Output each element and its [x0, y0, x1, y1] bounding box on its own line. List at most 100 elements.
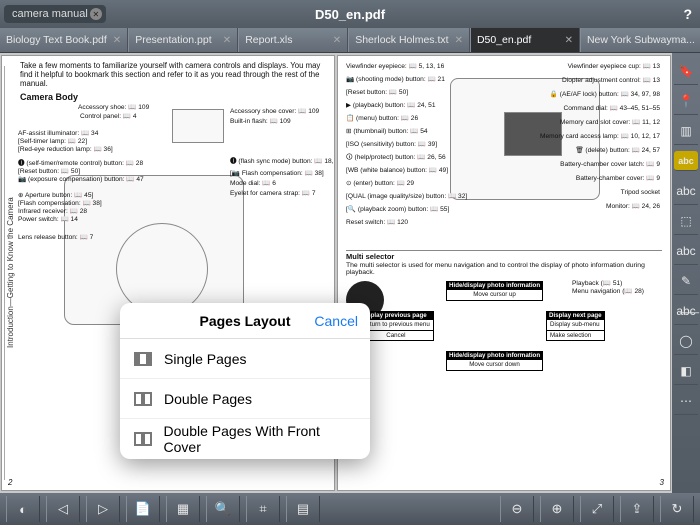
layout-option-single[interactable]: Single Pages: [120, 339, 370, 379]
callout: 📷 (exposure compensation) button: 📖 47: [18, 177, 144, 184]
tab-2[interactable]: Report.xls ✕: [238, 28, 348, 52]
callout: Lens release button: 📖 7: [18, 235, 93, 242]
multiselector-diagram: Hide/display photo information Move curs…: [346, 281, 662, 373]
camera-back-diagram: Viewfinder eyepiece: 📖 5, 13, 16📷 (shoot…: [346, 64, 662, 246]
ms-right-black: Display next page: [546, 311, 605, 320]
callout: Built-in flash: 📖 109: [230, 119, 291, 126]
callout: AF-assist illuminator: 📖 34: [18, 131, 98, 138]
ms-up-text: Move cursor up: [446, 290, 543, 300]
callout: ▶ (playback) button: 📖 24, 51: [346, 103, 436, 110]
tab-label: Biology Text Book.pdf: [6, 34, 107, 46]
more-icon[interactable]: ⋯: [674, 387, 698, 415]
text-highlight-icon[interactable]: abc: [674, 151, 698, 171]
multiselector-title: Multi selector: [346, 253, 662, 262]
prev-icon[interactable]: ◁: [46, 496, 80, 522]
search-icon[interactable]: 🔍: [206, 496, 240, 522]
callout: 🅘 (flash sync mode) button: 📖 18, 36: [230, 159, 335, 166]
help-button[interactable]: ?: [683, 6, 692, 22]
zoom-in-icon[interactable]: ⊕: [540, 496, 574, 522]
option-label: Double Pages With Front Cover: [164, 423, 356, 455]
layout-option-double-cover[interactable]: Double Pages With Front Cover: [120, 419, 370, 459]
single-page-icon: [134, 352, 152, 366]
grid-icon[interactable]: ▤: [286, 496, 320, 522]
search-input[interactable]: camera manual ✕: [4, 5, 106, 23]
callout: Mode dial: 📖 6: [230, 181, 276, 188]
page-icon[interactable]: 📄: [126, 496, 160, 522]
callout: [WB (white balance) button: 📖 49]: [346, 168, 448, 175]
ms-note1: Playback (📖 51): [572, 281, 622, 288]
close-icon[interactable]: ✕: [449, 35, 463, 46]
crop-icon[interactable]: ⌗: [246, 496, 280, 522]
ms-right-t2: Make selection: [546, 331, 605, 341]
title-bar: camera manual ✕ D50_en.pdf ?: [0, 0, 700, 28]
close-icon[interactable]: ✕: [559, 35, 573, 46]
page-number: 3: [660, 478, 664, 487]
tab-label: Sherlock Holmes.txt: [355, 34, 448, 46]
intro-text: Take a few moments to familiarize yourse…: [20, 62, 326, 89]
callout: Eyelet for camera strap: 📖 7: [230, 191, 316, 198]
callout: [📷 Flash compensation: 📖 38]: [230, 171, 324, 178]
callout: Viewfinder eyepiece: 📖 5, 13, 16: [346, 64, 444, 71]
callout: Infrared receiver: 📖 28: [18, 209, 87, 216]
note-icon[interactable]: ▥: [674, 117, 698, 145]
callout: [ISO (sensitivity) button: 📖 39]: [346, 142, 437, 149]
close-icon[interactable]: ✕: [327, 35, 341, 46]
tab-0[interactable]: Biology Text Book.pdf✕: [0, 28, 128, 52]
tab-label: D50_en.pdf: [477, 34, 531, 46]
pin-icon[interactable]: 📍: [674, 87, 698, 115]
close-icon[interactable]: ✕: [695, 35, 700, 46]
stamp-icon[interactable]: ⬚: [674, 207, 698, 235]
tab-3[interactable]: Sherlock Holmes.txt✕: [348, 28, 470, 52]
callout: Viewfinder eyepiece cup: 📖 13: [568, 64, 660, 71]
bottom-toolbar: ◐◁▷📄▦🔍⌗▤ ⊖⊕⤢⇪↻: [0, 493, 700, 525]
cancel-button[interactable]: Cancel: [314, 313, 358, 329]
tab-5[interactable]: New York Subwayma...✕: [580, 28, 700, 52]
callout: Diopter adjustment control: 📖 13: [562, 78, 660, 85]
popover-title: Pages Layout: [199, 313, 290, 329]
ms-down-text: Move cursor down: [446, 360, 543, 370]
callout: 🅘 (self-timer/remote control) button: 📖 …: [18, 161, 143, 168]
shape-icon[interactable]: ◯: [674, 327, 698, 355]
next-icon[interactable]: ▷: [86, 496, 120, 522]
eraser-icon[interactable]: ◧: [674, 357, 698, 385]
reload-icon[interactable]: ↻: [660, 496, 694, 522]
callout: [Reset button: 📖 50]: [18, 169, 80, 176]
bookmark-icon[interactable]: 🔖: [674, 57, 698, 85]
tab-4[interactable]: D50_en.pdf ✕: [470, 28, 580, 52]
callout: ⊕ Aperture button: 📖 45]: [18, 193, 93, 200]
callout: Battery-chamber cover: 📖 9: [576, 176, 660, 183]
text-underline-icon[interactable]: abc: [674, 237, 698, 265]
tab-1[interactable]: Presentation.ppt✕: [128, 28, 238, 52]
strike-icon[interactable]: a̶b̶c̶: [674, 297, 698, 325]
callout: ⊙ (enter) button: 📖 29: [346, 181, 414, 188]
callout: [Flash compensation: 📖 38]: [18, 201, 102, 208]
text-box-icon[interactable]: abc: [674, 177, 698, 205]
brightness-icon[interactable]: ◐: [6, 496, 40, 522]
callout: Tripod socket: [621, 190, 660, 197]
zoom-out-icon[interactable]: ⊖: [500, 496, 534, 522]
close-icon[interactable]: ✕: [107, 35, 121, 46]
option-label: Single Pages: [164, 351, 247, 367]
callout: Memory card slot cover: 📖 11, 12: [560, 120, 660, 127]
tab-label: Report.xls: [245, 34, 292, 46]
close-icon[interactable]: ✕: [217, 35, 231, 46]
draw-icon[interactable]: ✎: [674, 267, 698, 295]
callout: 📋 (menu) button: 📖 26: [346, 116, 418, 123]
callout: [Red-eye reduction lamp: 📖 36]: [18, 147, 113, 154]
clear-search-icon[interactable]: ✕: [90, 8, 102, 20]
search-value: camera manual: [12, 8, 88, 20]
fit-icon[interactable]: ⤢: [580, 496, 614, 522]
accessory-shoe-image: [172, 109, 224, 143]
multiselector-desc: The multi selector is used for menu navi…: [346, 262, 662, 278]
page-right[interactable]: Viewfinder eyepiece: 📖 5, 13, 16📷 (shoot…: [337, 55, 671, 491]
double-cover-icon: [134, 432, 152, 446]
callout: Monitor: 📖 24, 26: [606, 204, 660, 211]
ms-down-black: Hide/display photo information: [446, 351, 543, 360]
ms-note2: Menu navigation (📖 28): [572, 289, 644, 296]
thumbs-icon[interactable]: ▦: [166, 496, 200, 522]
tab-strip: Biology Text Book.pdf✕Presentation.ppt✕R…: [0, 28, 700, 53]
layout-option-double[interactable]: Double Pages: [120, 379, 370, 419]
callout: Reset switch: 📖 120: [346, 220, 408, 227]
callout: Battery-chamber cover latch: 📖 9: [560, 162, 660, 169]
share-icon[interactable]: ⇪: [620, 496, 654, 522]
